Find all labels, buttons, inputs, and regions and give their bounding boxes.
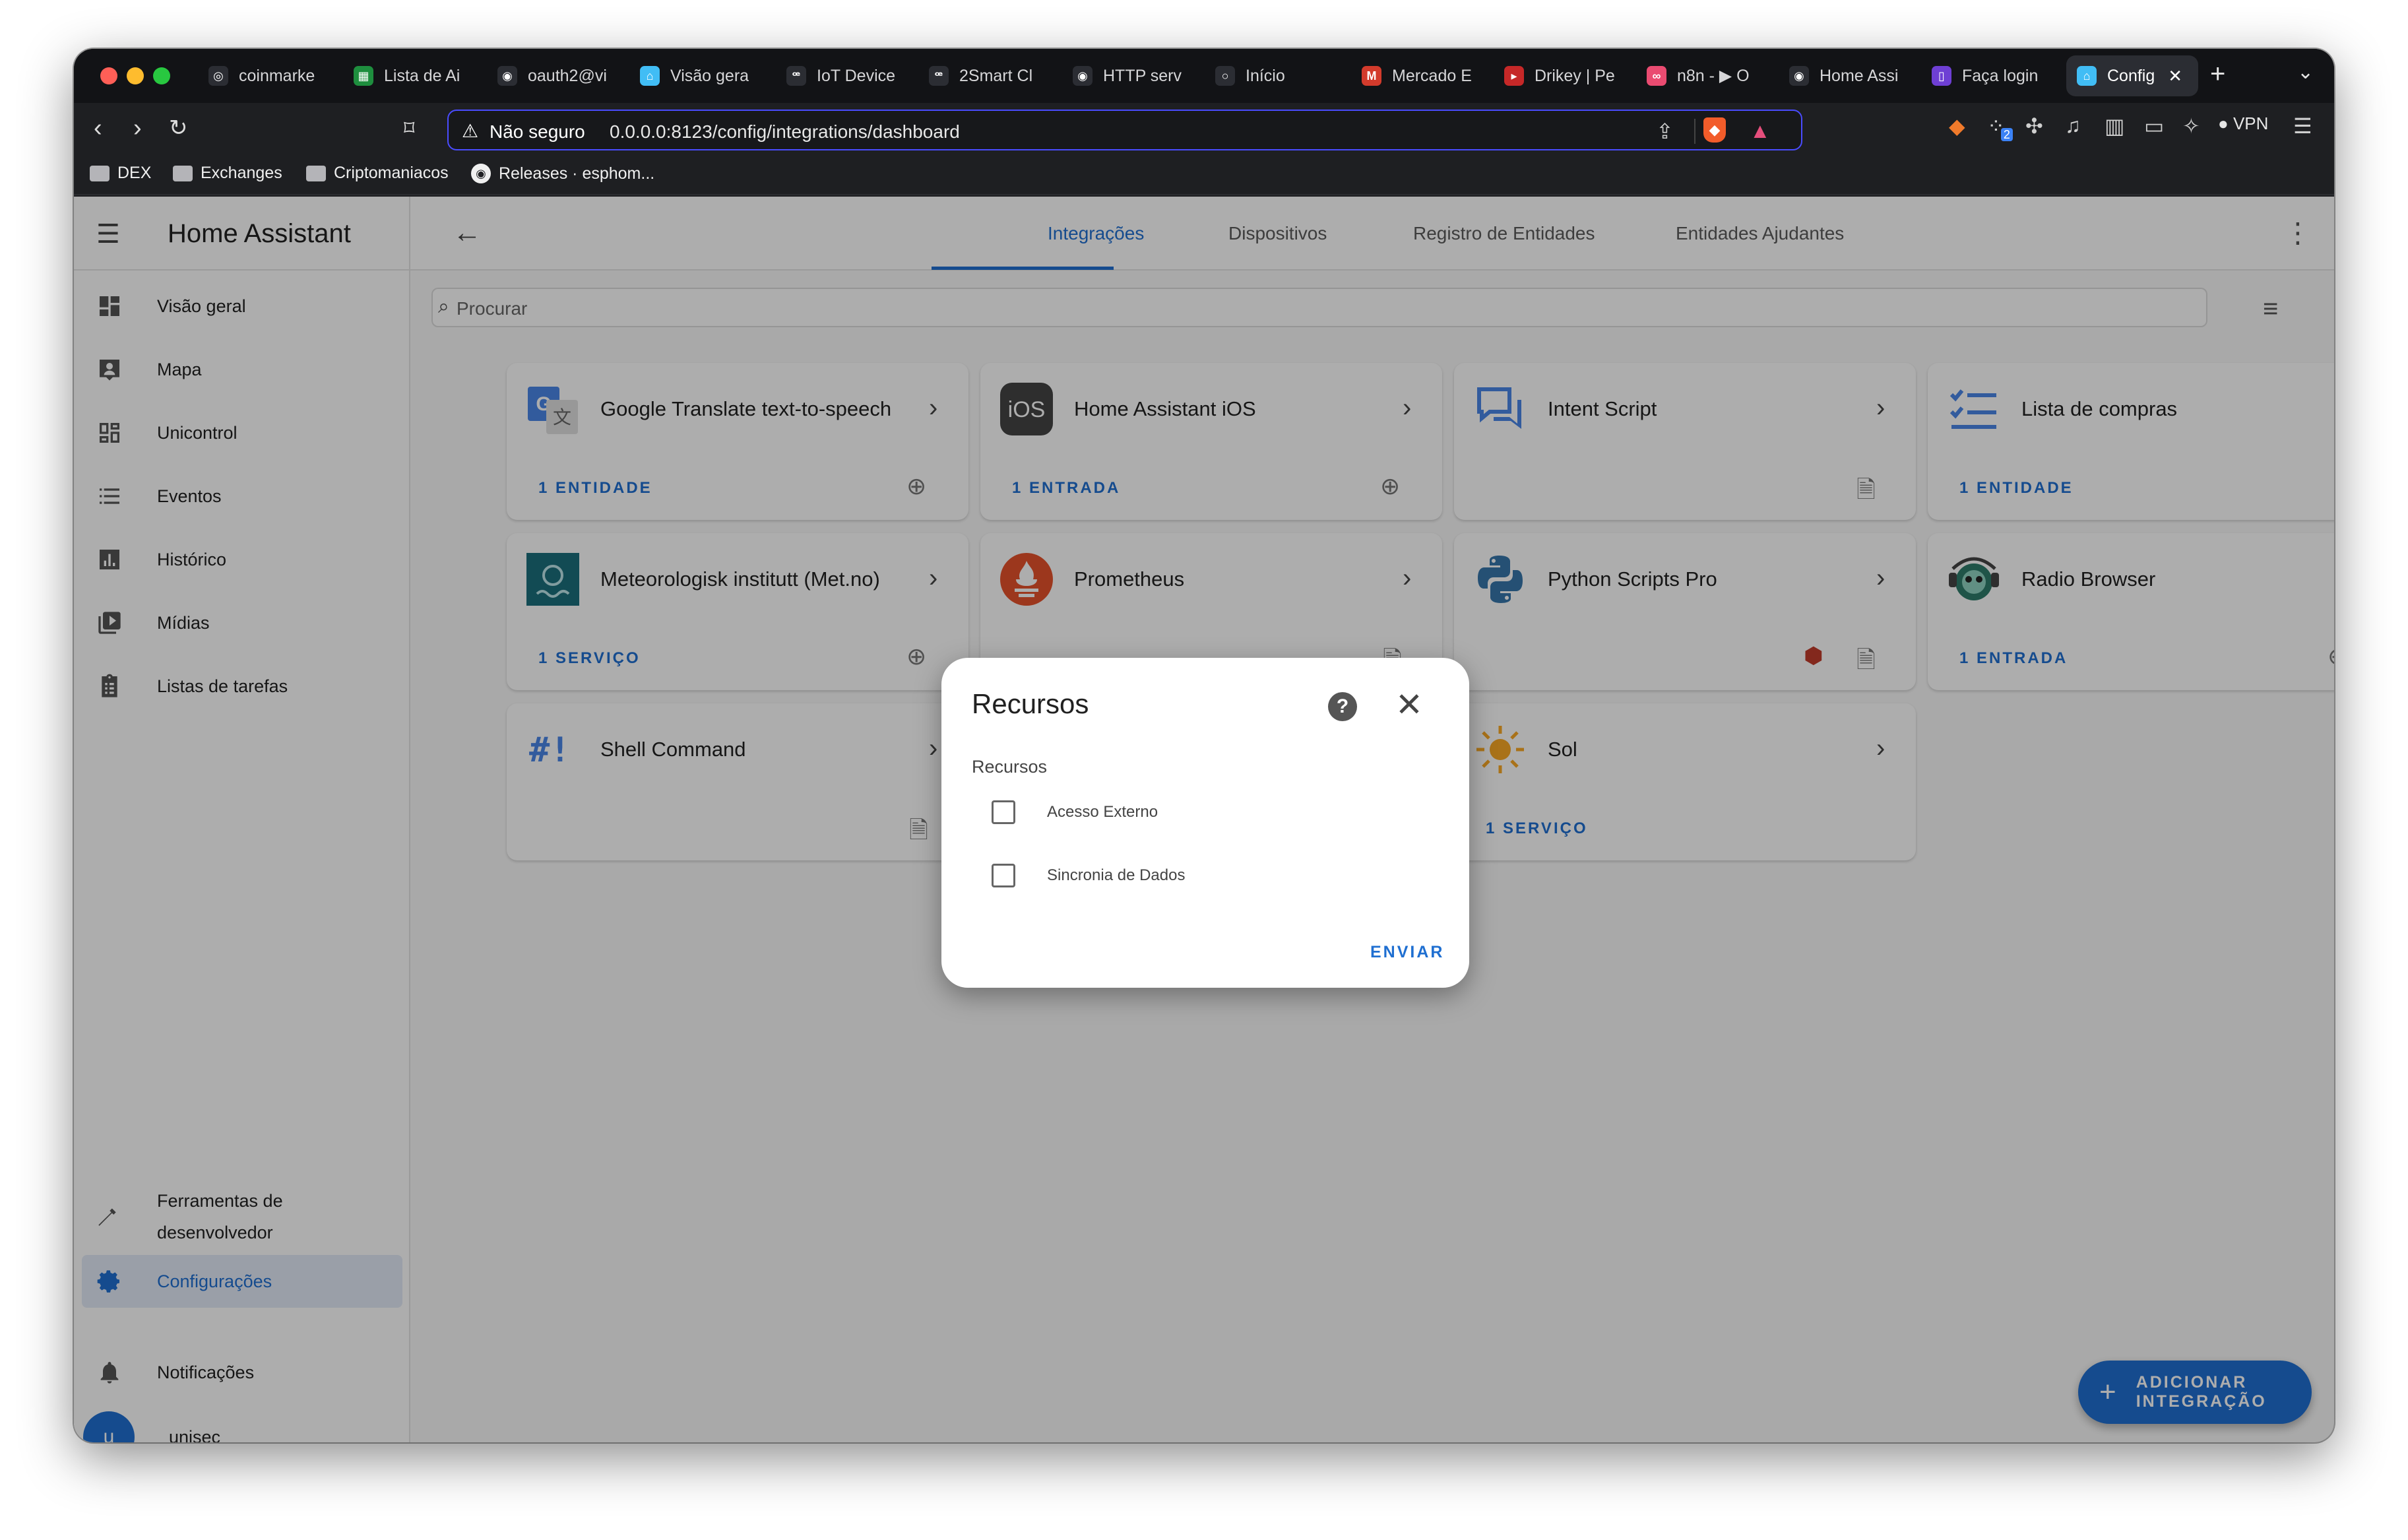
tab-favicon-icon: ◎ (208, 66, 228, 86)
zoom-window-button[interactable] (153, 67, 170, 84)
acesso-externo-checkbox[interactable] (992, 800, 1015, 824)
browser-tab-0[interactable]: ◎ coinmarke (205, 55, 323, 96)
tab-title: 2Smart Cl (959, 66, 1033, 85)
help-icon[interactable]: ? (1328, 692, 1357, 721)
share-icon[interactable]: ⇪ (1656, 119, 1674, 144)
extension-badge: 2 (2000, 128, 2013, 141)
recursos-dialog: Recursos ? ✕ Recursos Acesso Externo Sin… (941, 658, 1469, 988)
not-secure-label: Não seguro (490, 121, 585, 142)
extension-grid-icon[interactable]: ⁘2 (1987, 113, 2017, 141)
warning-icon: ⚠ (462, 121, 479, 141)
folder-icon (173, 165, 193, 181)
puzzle-icon[interactable]: ✣ (2025, 113, 2043, 139)
folder-icon (90, 165, 110, 181)
bookmark-label: Releases · esphom... (499, 164, 655, 183)
tab-title: Início (1246, 66, 1285, 85)
tab-favicon-icon: ◉ (1789, 66, 1809, 86)
minimize-window-button[interactable] (127, 67, 144, 84)
browser-tab-2[interactable]: ◉ oauth2@vi (493, 55, 616, 96)
tab-title: oauth2@vi (528, 66, 607, 85)
browser-tab-9[interactable]: ▸ Drikey | Pe (1500, 55, 1626, 96)
bookmark-releases[interactable]: ◉ Releases · esphom... (471, 164, 654, 183)
close-tab-icon[interactable]: ✕ (2168, 66, 2182, 86)
tab-list-chevron-icon[interactable]: ⌄ (2297, 61, 2314, 84)
close-icon[interactable]: ✕ (1395, 688, 1423, 721)
tab-title: Faça login (1962, 66, 2039, 85)
folder-icon (306, 165, 326, 181)
bookmark-folder-dex[interactable]: DEX (90, 164, 151, 183)
bookmarks-bar: DEX Exchanges Criptomaniacos ◉ Releases ·… (74, 154, 2334, 195)
sidebar-toggle-icon[interactable]: ▥ (2105, 113, 2124, 139)
leo-ai-icon[interactable]: ✧ (2182, 113, 2200, 139)
tab-title: IoT Device (817, 66, 896, 85)
music-icon[interactable]: ♫ (2065, 113, 2081, 138)
tab-favicon-icon: ▦ (354, 66, 373, 86)
tab-title: n8n - ▶ O (1677, 67, 1750, 85)
dialog-title: Recursos (972, 688, 1089, 719)
brave-rewards-icon[interactable]: ▲ (1750, 119, 1771, 143)
dialog-section-label: Recursos (972, 757, 1048, 777)
browser-tab-1[interactable]: ▦ Lista de Ai (350, 55, 466, 96)
tab-title: Mercado E (1392, 66, 1472, 85)
divider (1694, 119, 1695, 144)
tab-favicon-icon: ▯ (1932, 66, 1951, 86)
new-tab-button[interactable]: + (2210, 59, 2225, 89)
tab-title: Drikey | Pe (1535, 66, 1615, 85)
forward-arrow-icon[interactable]: › (133, 115, 142, 141)
github-icon: ◉ (471, 164, 491, 183)
option-label: Acesso Externo (1047, 803, 1158, 821)
tab-favicon-icon: ◉ (1073, 66, 1093, 86)
browser-tab-6[interactable]: ◉ HTTP serv (1069, 55, 1191, 96)
tab-favicon-icon: ꟹ (786, 66, 806, 86)
close-window-button[interactable] (100, 67, 117, 84)
brave-shield-icon[interactable]: ◆ (1703, 117, 1726, 143)
vpn-button[interactable]: ● VPN (2218, 113, 2268, 134)
tab-favicon-icon: ⌂ (640, 66, 660, 86)
submit-button[interactable]: ENVIAR (1370, 943, 1444, 962)
bookmark-label: DEX (117, 164, 152, 182)
tab-title: Lista de Ai (384, 66, 460, 85)
back-arrow-icon[interactable]: ‹ (94, 115, 102, 141)
browser-tab-7[interactable]: ○ Início (1211, 55, 1343, 96)
bookmark-label: Exchanges (201, 164, 282, 182)
tab-title: Visão gera (670, 66, 749, 85)
url-text[interactable]: 0.0.0.0:8123/config/integrations/dashboa… (610, 121, 960, 143)
browser-tab-11[interactable]: ◉ Home Assi (1785, 55, 1915, 96)
tab-title: Config (2107, 66, 2155, 85)
browser-tab-10[interactable]: ∞ n8n - ▶ O (1643, 55, 1768, 96)
menu-icon[interactable]: ☰ (2293, 113, 2312, 139)
wallet-icon[interactable]: ▭ (2144, 113, 2164, 139)
tab-title: HTTP serv (1103, 66, 1182, 85)
tab-favicon-icon: ◉ (497, 66, 517, 86)
tab-favicon-icon: ⌂ (2077, 66, 2097, 86)
tab-title: coinmarke (239, 66, 315, 85)
browser-tab-12[interactable]: ▯ Faça login (1928, 55, 2057, 96)
bookmark-label: Criptomaniacos (334, 164, 449, 182)
home-assistant-app: ☰ Home Assistant Visão geral Mapa Unicon… (74, 197, 2334, 1442)
tab-favicon-icon: ○ (1215, 66, 1235, 86)
sincronia-de-dados-checkbox[interactable] (992, 864, 1015, 887)
tab-favicon-icon: ꟹ (929, 66, 949, 86)
tab-favicon-icon: ∞ (1647, 66, 1666, 86)
option-sincronia-de-dados[interactable]: Sincronia de Dados (992, 864, 1185, 887)
bookmark-folder-criptomaniacos[interactable]: Criptomaniacos (306, 164, 449, 183)
browser-tab-5[interactable]: ꟹ 2Smart Cl (925, 55, 1048, 96)
address-bar[interactable]: ⚠ Não seguro 0.0.0.0:8123/config/integra… (447, 110, 1802, 150)
browser-tab-4[interactable]: ꟹ IoT Device (782, 55, 905, 96)
tab-title: Home Assi (1820, 66, 1899, 85)
option-label: Sincronia de Dados (1047, 866, 1186, 884)
metamask-icon[interactable]: ◆ (1949, 113, 1965, 139)
browser-window: ◎ coinmarke ▦ Lista de Ai ◉ oauth2@vi ⌂ Visã… (74, 49, 2334, 1442)
browser-tab-8[interactable]: M Mercado E (1358, 55, 1483, 96)
browser-tab-strip: ◎ coinmarke ▦ Lista de Ai ◉ oauth2@vi ⌂ Visã… (74, 49, 2334, 103)
tab-favicon-icon: M (1362, 66, 1381, 86)
tab-favicon-icon: ▸ (1504, 66, 1524, 86)
option-acesso-externo[interactable]: Acesso Externo (992, 800, 1158, 824)
browser-tab-13[interactable]: ⌂ Config ✕ (2066, 55, 2198, 96)
browser-tab-3[interactable]: ⌂ Visão gera (636, 55, 759, 96)
vpn-label: VPN (2233, 113, 2269, 133)
bookmark-folder-exchanges[interactable]: Exchanges (173, 164, 282, 183)
reload-icon[interactable]: ↻ (169, 115, 188, 141)
bookmark-icon[interactable]: ⌑ (404, 115, 414, 141)
